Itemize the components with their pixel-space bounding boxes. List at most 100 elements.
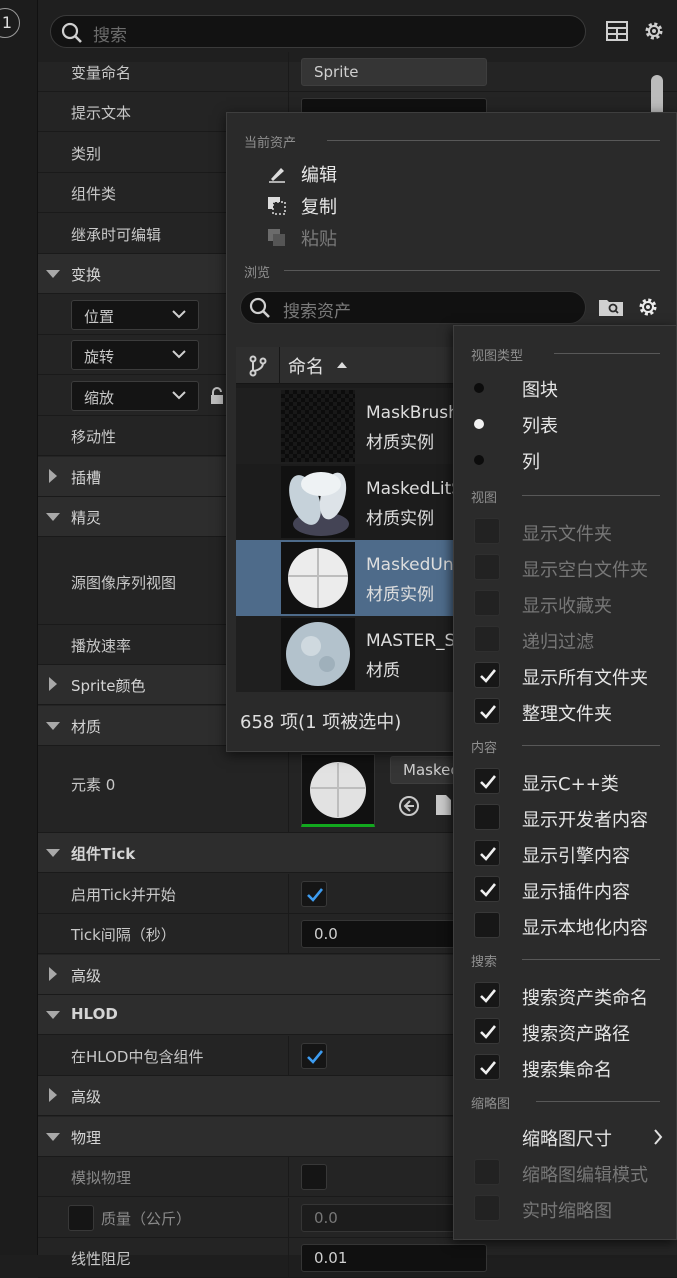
collapse-arrow-icon: [46, 849, 60, 857]
dropdown-label: 位置: [84, 308, 115, 326]
label-tick-interval: Tick间隔（秒）: [71, 926, 176, 944]
check-icon: [480, 989, 497, 1003]
label-simulate-physics: 模拟物理: [71, 1169, 132, 1187]
show-all-folders-checkbox[interactable]: [474, 662, 500, 688]
category-label: 精灵: [71, 509, 102, 527]
gear-icon[interactable]: [642, 19, 666, 43]
show-localized-checkbox[interactable]: [474, 912, 500, 938]
realtime-thumbnails-checkbox[interactable]: [474, 1195, 500, 1221]
paste-icon: [268, 229, 285, 246]
label-tooltip: 提示文本: [71, 104, 132, 122]
label-mobility: 移动性: [71, 428, 117, 446]
source-branch-icon[interactable]: [248, 355, 268, 377]
realtime-thumbnails-item[interactable]: 实时缩略图: [522, 1197, 612, 1223]
folder-search-icon[interactable]: [598, 297, 624, 317]
view-tiles-item[interactable]: 图块: [522, 376, 558, 402]
radio-tiles[interactable]: [474, 383, 484, 393]
thumbnail-size-item[interactable]: 缩略图尺寸: [522, 1125, 612, 1151]
checker-texture-icon: [281, 390, 355, 462]
master-sphere-icon: [281, 618, 355, 690]
lit-sphere-icon: [281, 466, 355, 538]
expand-arrow-icon: [49, 967, 57, 981]
view-header: 视图: [471, 491, 498, 506]
show-folders-checkbox[interactable]: [474, 518, 500, 544]
material-thumbnail[interactable]: [301, 754, 375, 827]
asset-type: 材质实例: [366, 509, 434, 529]
chevron-down-icon: [172, 391, 186, 400]
search-class-names-checkbox[interactable]: [474, 982, 500, 1008]
copy-menu-item[interactable]: 复制: [301, 193, 337, 219]
simulate-physics-checkbox[interactable]: [301, 1164, 327, 1190]
row-variable-name: 变量命名 Sprite: [38, 52, 677, 92]
check-icon: [480, 705, 497, 719]
asset-thumbnail: [281, 542, 355, 614]
asset-settings-gear-icon[interactable]: [636, 295, 660, 319]
column-name-header[interactable]: 命名: [288, 353, 324, 379]
show-developer-item[interactable]: 显示开发者内容: [522, 806, 648, 832]
asset-search-input[interactable]: 搜索资产: [240, 291, 586, 324]
show-folders-item[interactable]: 显示文件夹: [522, 520, 612, 546]
asset-search-placeholder: 搜索资产: [283, 302, 351, 322]
show-plugin-checkbox[interactable]: [474, 876, 500, 902]
browse-file-icon[interactable]: [434, 794, 452, 816]
view-columns-item[interactable]: 列: [522, 448, 540, 474]
check-icon: [307, 888, 324, 902]
show-favorites-checkbox[interactable]: [474, 590, 500, 616]
show-engine-item[interactable]: 显示引擎内容: [522, 842, 630, 868]
linear-damping-field[interactable]: 0.01: [301, 1244, 487, 1272]
chevron-down-icon: [172, 310, 186, 319]
asset-type: 材质实例: [366, 585, 434, 605]
use-selected-arrow-icon[interactable]: [398, 795, 420, 817]
radio-list[interactable]: [474, 419, 484, 429]
show-empty-folders-item[interactable]: 显示空白文件夹: [522, 556, 648, 582]
view-list-item[interactable]: 列表: [522, 412, 558, 438]
thumbnail-edit-mode-item[interactable]: 缩略图编辑模式: [522, 1161, 648, 1187]
search-collection-names-checkbox[interactable]: [474, 1054, 500, 1080]
rotation-dropdown[interactable]: 旋转: [71, 340, 199, 370]
radio-columns[interactable]: [474, 455, 484, 465]
thumbnail-edit-mode-checkbox[interactable]: [474, 1159, 500, 1185]
variable-name-field[interactable]: Sprite: [301, 58, 487, 86]
include-in-hlod-checkbox[interactable]: [301, 1043, 327, 1069]
category-label: 材质: [71, 718, 102, 736]
search-asset-path-item[interactable]: 搜索资产路径: [522, 1020, 630, 1046]
show-localized-item[interactable]: 显示本地化内容: [522, 914, 648, 940]
show-cpp-checkbox[interactable]: [474, 768, 500, 794]
show-developer-checkbox[interactable]: [474, 804, 500, 830]
search-asset-path-checkbox[interactable]: [474, 1018, 500, 1044]
collapse-arrow-icon: [46, 1133, 60, 1141]
edit-menu-item[interactable]: 编辑: [301, 161, 337, 187]
recursive-filter-item[interactable]: 递归过滤: [522, 628, 594, 654]
search-icon: [61, 22, 82, 43]
show-plugin-item[interactable]: 显示插件内容: [522, 878, 630, 904]
label-variable-name: 变量命名: [71, 64, 132, 82]
table-view-icon[interactable]: [606, 20, 628, 42]
details-search-input[interactable]: 搜索: [50, 15, 586, 48]
lock-icon[interactable]: [210, 387, 224, 405]
check-icon: [480, 775, 497, 789]
chevron-down-icon: [172, 350, 186, 359]
recursive-filter-checkbox[interactable]: [474, 626, 500, 652]
label-include-in-hlod: 在HLOD中包含组件: [71, 1048, 204, 1066]
search-class-names-item[interactable]: 搜索资产类命名: [522, 984, 648, 1010]
edit-pencil-icon: [269, 168, 285, 183]
paste-menu-item[interactable]: 粘贴: [301, 225, 337, 251]
label-element0: 元素 0: [71, 776, 116, 794]
location-dropdown[interactable]: 位置: [71, 300, 199, 330]
show-engine-checkbox[interactable]: [474, 840, 500, 866]
start-with-tick-checkbox[interactable]: [301, 881, 327, 907]
search-collection-names-item[interactable]: 搜索集命名: [522, 1056, 612, 1082]
scale-dropdown[interactable]: 缩放: [71, 381, 199, 411]
show-favorites-item[interactable]: 显示收藏夹: [522, 592, 612, 618]
label-component-class: 组件类: [71, 185, 117, 203]
organize-folders-checkbox[interactable]: [474, 698, 500, 724]
show-empty-folders-checkbox[interactable]: [474, 554, 500, 580]
collapse-arrow-icon: [46, 1011, 60, 1019]
organize-folders-item[interactable]: 整理文件夹: [522, 700, 612, 726]
check-icon: [307, 1050, 324, 1064]
show-cpp-item[interactable]: 显示C++类: [522, 770, 619, 796]
asset-name: MaskedUnl: [366, 555, 459, 575]
show-all-folders-item[interactable]: 显示所有文件夹: [522, 664, 648, 690]
divider: [327, 140, 660, 141]
mass-override-checkbox[interactable]: [68, 1205, 94, 1231]
